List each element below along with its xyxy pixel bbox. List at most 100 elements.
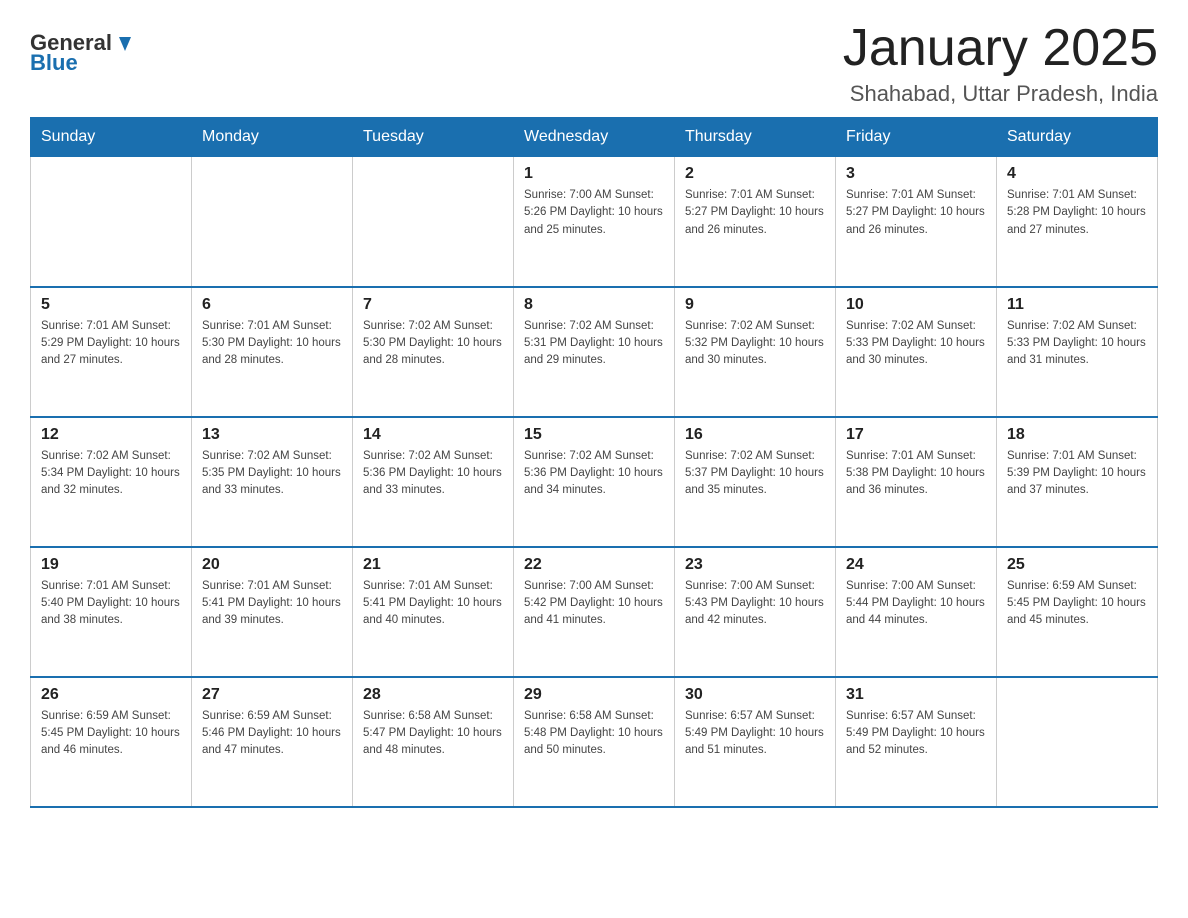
day-number: 24	[846, 556, 986, 574]
day-number: 7	[363, 296, 503, 314]
calendar-cell: 7 Sunrise: 7:02 AM Sunset: 5:30 PM Daylig…	[353, 287, 514, 417]
calendar-cell: 15 Sunrise: 7:02 AM Sunset: 5:36 PM Dayli…	[514, 417, 675, 547]
day-number: 5	[41, 296, 181, 314]
day-info: Sunrise: 7:01 AM Sunset: 5:40 PM Dayligh…	[41, 578, 181, 630]
day-info: Sunrise: 7:02 AM Sunset: 5:31 PM Dayligh…	[524, 318, 664, 370]
calendar-cell: 3 Sunrise: 7:01 AM Sunset: 5:27 PM Daylig…	[836, 157, 997, 287]
calendar-week-row: 1 Sunrise: 7:00 AM Sunset: 5:26 PM Daylig…	[31, 157, 1158, 287]
day-number: 13	[202, 426, 342, 444]
day-number: 14	[363, 426, 503, 444]
calendar-cell: 18Sunrise: 7:01 AM Sunset: 5:39 PM Dayli…	[997, 417, 1158, 547]
day-number: 26	[41, 686, 181, 704]
day-number: 12	[41, 426, 181, 444]
calendar-cell: 5Sunrise: 7:01 AM Sunset: 5:29 PM Daylig…	[31, 287, 192, 417]
calendar-cell: 12 Sunrise: 7:02 AM Sunset: 5:34 PM Dayli…	[31, 417, 192, 547]
day-info: Sunrise: 7:00 AM Sunset: 5:26 PM Dayligh…	[524, 187, 664, 239]
day-number: 15	[524, 426, 664, 444]
calendar-week-row: 26 Sunrise: 6:59 AM Sunset: 5:45 PM Dayli…	[31, 677, 1158, 807]
day-number: 3	[846, 165, 986, 183]
day-number: 30	[685, 686, 825, 704]
column-header-wednesday: Wednesday	[514, 118, 675, 157]
day-number: 10	[846, 296, 986, 314]
day-info: Sunrise: 7:02 AM Sunset: 5:35 PM Dayligh…	[202, 448, 342, 500]
calendar-cell: 17 Sunrise: 7:01 AM Sunset: 5:38 PM Dayli…	[836, 417, 997, 547]
day-info: Sunrise: 7:02 AM Sunset: 5:32 PM Dayligh…	[685, 318, 825, 370]
day-info: Sunrise: 7:02 AM Sunset: 5:30 PM Dayligh…	[363, 318, 503, 370]
day-number: 28	[363, 686, 503, 704]
calendar-cell: 23Sunrise: 7:00 AM Sunset: 5:43 PM Dayli…	[675, 547, 836, 677]
calendar-subtitle: Shahabad, Uttar Pradesh, India	[843, 81, 1158, 107]
day-number: 22	[524, 556, 664, 574]
day-number: 20	[202, 556, 342, 574]
day-number: 4	[1007, 165, 1147, 183]
day-number: 2	[685, 165, 825, 183]
day-info: Sunrise: 7:01 AM Sunset: 5:41 PM Dayligh…	[363, 578, 503, 630]
calendar-cell: 20 Sunrise: 7:01 AM Sunset: 5:41 PM Dayli…	[192, 547, 353, 677]
day-info: Sunrise: 7:01 AM Sunset: 5:27 PM Dayligh…	[846, 187, 986, 239]
calendar-title: January 2025	[843, 20, 1158, 77]
day-info: Sunrise: 6:59 AM Sunset: 5:45 PM Dayligh…	[41, 708, 181, 760]
column-header-saturday: Saturday	[997, 118, 1158, 157]
column-header-monday: Monday	[192, 118, 353, 157]
day-info: Sunrise: 7:01 AM Sunset: 5:30 PM Dayligh…	[202, 318, 342, 370]
day-info: Sunrise: 7:02 AM Sunset: 5:37 PM Dayligh…	[685, 448, 825, 500]
calendar-week-row: 5Sunrise: 7:01 AM Sunset: 5:29 PM Daylig…	[31, 287, 1158, 417]
calendar-header-row: SundayMondayTuesdayWednesdayThursdayFrid…	[31, 118, 1158, 157]
day-number: 29	[524, 686, 664, 704]
calendar-cell: 22 Sunrise: 7:00 AM Sunset: 5:42 PM Dayli…	[514, 547, 675, 677]
day-info: Sunrise: 7:00 AM Sunset: 5:44 PM Dayligh…	[846, 578, 986, 630]
calendar-table: SundayMondayTuesdayWednesdayThursdayFrid…	[30, 117, 1158, 808]
calendar-cell: 4 Sunrise: 7:01 AM Sunset: 5:28 PM Daylig…	[997, 157, 1158, 287]
calendar-cell: 13 Sunrise: 7:02 AM Sunset: 5:35 PM Dayli…	[192, 417, 353, 547]
calendar-week-row: 19Sunrise: 7:01 AM Sunset: 5:40 PM Dayli…	[31, 547, 1158, 677]
day-info: Sunrise: 6:59 AM Sunset: 5:46 PM Dayligh…	[202, 708, 342, 760]
calendar-week-row: 12 Sunrise: 7:02 AM Sunset: 5:34 PM Dayli…	[31, 417, 1158, 547]
calendar-cell: 9 Sunrise: 7:02 AM Sunset: 5:32 PM Daylig…	[675, 287, 836, 417]
day-info: Sunrise: 7:02 AM Sunset: 5:34 PM Dayligh…	[41, 448, 181, 500]
calendar-cell: 24 Sunrise: 7:00 AM Sunset: 5:44 PM Dayli…	[836, 547, 997, 677]
column-header-sunday: Sunday	[31, 118, 192, 157]
calendar-cell: 16 Sunrise: 7:02 AM Sunset: 5:37 PM Dayli…	[675, 417, 836, 547]
day-info: Sunrise: 7:02 AM Sunset: 5:33 PM Dayligh…	[846, 318, 986, 370]
day-number: 17	[846, 426, 986, 444]
day-number: 16	[685, 426, 825, 444]
day-number: 9	[685, 296, 825, 314]
day-info: Sunrise: 7:00 AM Sunset: 5:42 PM Dayligh…	[524, 578, 664, 630]
calendar-cell	[997, 677, 1158, 807]
title-block: January 2025 Shahabad, Uttar Pradesh, In…	[843, 20, 1158, 107]
calendar-cell: 14Sunrise: 7:02 AM Sunset: 5:36 PM Dayli…	[353, 417, 514, 547]
calendar-cell: 31Sunrise: 6:57 AM Sunset: 5:49 PM Dayli…	[836, 677, 997, 807]
day-info: Sunrise: 7:01 AM Sunset: 5:28 PM Dayligh…	[1007, 187, 1147, 239]
day-info: Sunrise: 7:01 AM Sunset: 5:38 PM Dayligh…	[846, 448, 986, 500]
day-number: 1	[524, 165, 664, 183]
day-number: 25	[1007, 556, 1147, 574]
day-number: 27	[202, 686, 342, 704]
day-info: Sunrise: 6:57 AM Sunset: 5:49 PM Dayligh…	[685, 708, 825, 760]
day-info: Sunrise: 7:00 AM Sunset: 5:43 PM Dayligh…	[685, 578, 825, 630]
column-header-friday: Friday	[836, 118, 997, 157]
logo-blue-text: Blue	[30, 50, 78, 76]
calendar-cell: 11Sunrise: 7:02 AM Sunset: 5:33 PM Dayli…	[997, 287, 1158, 417]
day-info: Sunrise: 7:02 AM Sunset: 5:36 PM Dayligh…	[524, 448, 664, 500]
day-number: 21	[363, 556, 503, 574]
day-number: 11	[1007, 296, 1147, 314]
logo-triangle-icon	[114, 33, 136, 55]
day-info: Sunrise: 6:58 AM Sunset: 5:47 PM Dayligh…	[363, 708, 503, 760]
calendar-cell: 1 Sunrise: 7:00 AM Sunset: 5:26 PM Daylig…	[514, 157, 675, 287]
calendar-cell: 25 Sunrise: 6:59 AM Sunset: 5:45 PM Dayli…	[997, 547, 1158, 677]
calendar-cell: 29 Sunrise: 6:58 AM Sunset: 5:48 PM Dayli…	[514, 677, 675, 807]
calendar-cell: 27 Sunrise: 6:59 AM Sunset: 5:46 PM Dayli…	[192, 677, 353, 807]
day-info: Sunrise: 6:59 AM Sunset: 5:45 PM Dayligh…	[1007, 578, 1147, 630]
calendar-cell: 2Sunrise: 7:01 AM Sunset: 5:27 PM Daylig…	[675, 157, 836, 287]
day-info: Sunrise: 7:01 AM Sunset: 5:39 PM Dayligh…	[1007, 448, 1147, 500]
calendar-cell: 10 Sunrise: 7:02 AM Sunset: 5:33 PM Dayli…	[836, 287, 997, 417]
day-info: Sunrise: 7:01 AM Sunset: 5:41 PM Dayligh…	[202, 578, 342, 630]
calendar-cell: 8 Sunrise: 7:02 AM Sunset: 5:31 PM Daylig…	[514, 287, 675, 417]
logo: General Blue	[30, 30, 136, 76]
day-number: 8	[524, 296, 664, 314]
column-header-tuesday: Tuesday	[353, 118, 514, 157]
day-info: Sunrise: 6:58 AM Sunset: 5:48 PM Dayligh…	[524, 708, 664, 760]
calendar-cell: 26 Sunrise: 6:59 AM Sunset: 5:45 PM Dayli…	[31, 677, 192, 807]
day-number: 31	[846, 686, 986, 704]
calendar-cell	[353, 157, 514, 287]
